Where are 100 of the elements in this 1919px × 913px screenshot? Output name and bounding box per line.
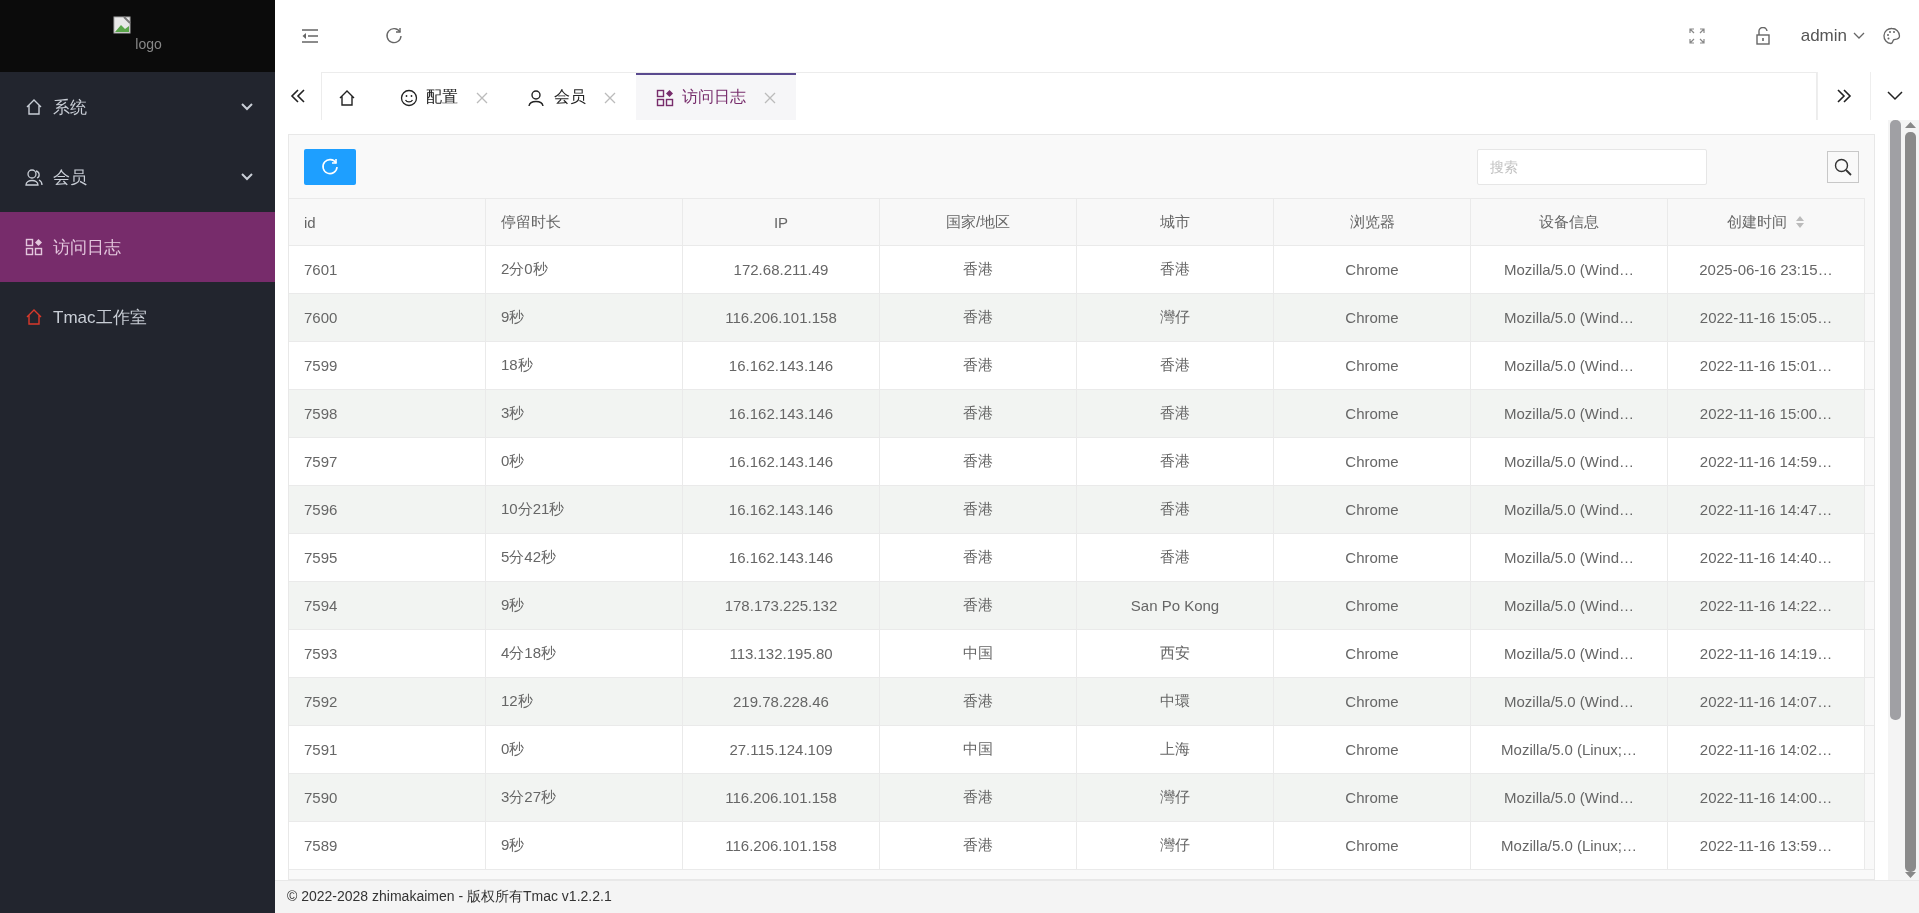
footer-text: © 2022-2028 zhimakaimen - 版权所有Tmac v1.2.2.1 bbox=[275, 880, 1919, 913]
table-cell: 7597 bbox=[289, 438, 486, 486]
table-cell: 香港 bbox=[1077, 390, 1274, 438]
table-cell: 10分21秒 bbox=[486, 486, 683, 534]
table-cell: Chrome bbox=[1274, 822, 1471, 870]
table-cell: 7590 bbox=[289, 774, 486, 822]
table-cell: Chrome bbox=[1274, 774, 1471, 822]
column-header[interactable]: 创建时间 bbox=[1668, 198, 1865, 246]
house-icon bbox=[25, 308, 43, 326]
column-header: 浏览器 bbox=[1274, 198, 1471, 246]
table-cell: 116.206.101.158 bbox=[683, 822, 880, 870]
column-header: 城市 bbox=[1077, 198, 1274, 246]
table-cell: 16.162.143.146 bbox=[683, 390, 880, 438]
table-cell: Chrome bbox=[1274, 630, 1471, 678]
table-cell: 7589 bbox=[289, 822, 486, 870]
table-cell: 172.68.211.49 bbox=[683, 246, 880, 294]
table-cell: Chrome bbox=[1274, 438, 1471, 486]
user-menu[interactable]: admin bbox=[1800, 26, 1865, 46]
search-icon bbox=[1834, 157, 1852, 176]
table-cell: 2022-11-16 15:00… bbox=[1668, 390, 1865, 438]
table-cell: 灣仔 bbox=[1077, 822, 1274, 870]
table-cell: 西安 bbox=[1077, 630, 1274, 678]
table-cell: 3秒 bbox=[486, 390, 683, 438]
table-cell: 2022-11-16 13:59… bbox=[1668, 822, 1865, 870]
chevron-down-icon[interactable] bbox=[1887, 91, 1903, 101]
table-cell: 2022-11-16 14:19… bbox=[1668, 630, 1865, 678]
double-chevron-right-icon[interactable] bbox=[1836, 89, 1852, 103]
fullscreen-icon[interactable] bbox=[1688, 28, 1705, 44]
table-cell: 灣仔 bbox=[1077, 294, 1274, 342]
search-button[interactable] bbox=[1827, 150, 1859, 183]
table-cell: Mozilla/5.0 (Wind… bbox=[1471, 534, 1668, 582]
menu-collapse-icon[interactable] bbox=[301, 28, 319, 44]
column-header: id bbox=[289, 198, 486, 246]
table-cell: 香港 bbox=[880, 342, 1077, 390]
table-cell: 中国 bbox=[880, 630, 1077, 678]
table-cell: Chrome bbox=[1274, 246, 1471, 294]
broken-image-icon bbox=[113, 16, 132, 34]
smiley-icon bbox=[400, 88, 418, 107]
table-cell: 2022-11-16 14:59… bbox=[1668, 438, 1865, 486]
table-cell: 178.173.225.132 bbox=[683, 582, 880, 630]
tab[interactable]: 会员 bbox=[508, 73, 636, 120]
table-cell: 113.132.195.80 bbox=[683, 630, 880, 678]
table-cell: Mozilla/5.0 (Wind… bbox=[1471, 246, 1668, 294]
double-chevron-left-icon[interactable] bbox=[290, 89, 306, 103]
table-cell: Mozilla/5.0 (Wind… bbox=[1471, 294, 1668, 342]
logo-alt-text: logo bbox=[135, 36, 162, 52]
table-cell: 12秒 bbox=[486, 678, 683, 726]
refresh-icon[interactable] bbox=[385, 27, 403, 45]
sidebar-item[interactable]: Tmac工作室 bbox=[0, 282, 275, 352]
sidebar-item[interactable]: 访问日志 bbox=[0, 212, 275, 282]
table-cell: Chrome bbox=[1274, 582, 1471, 630]
grid-icon bbox=[656, 88, 674, 107]
table-cell: San Po Kong bbox=[1077, 582, 1274, 630]
table-cell: 7593 bbox=[289, 630, 486, 678]
table-cell: 2022-11-16 14:02… bbox=[1668, 726, 1865, 774]
table-cell: 香港 bbox=[1077, 486, 1274, 534]
table-cell: Chrome bbox=[1274, 342, 1471, 390]
table-cell: 2022-11-16 15:05… bbox=[1668, 294, 1865, 342]
chevron-down-icon bbox=[241, 173, 253, 181]
table-cell: 2022-11-16 14:22… bbox=[1668, 582, 1865, 630]
refresh-button[interactable] bbox=[304, 148, 356, 185]
chevron-down-icon bbox=[1853, 32, 1865, 40]
sidebar-item[interactable]: 系统 bbox=[0, 72, 275, 142]
table-cell: 16.162.143.146 bbox=[683, 486, 880, 534]
table-cell: 9秒 bbox=[486, 294, 683, 342]
lock-icon[interactable] bbox=[1754, 27, 1771, 45]
table-cell: 0秒 bbox=[486, 726, 683, 774]
sidebar-item[interactable]: 会员 bbox=[0, 142, 275, 212]
table-cell: 219.78.228.46 bbox=[683, 678, 880, 726]
table-cell: 7595 bbox=[289, 534, 486, 582]
palette-icon[interactable] bbox=[1883, 27, 1901, 45]
tab[interactable]: 访问日志 bbox=[636, 73, 796, 120]
table-cell: 香港 bbox=[1077, 534, 1274, 582]
table-cell: 7592 bbox=[289, 678, 486, 726]
table-cell: 香港 bbox=[1077, 246, 1274, 294]
table-cell: 3分27秒 bbox=[486, 774, 683, 822]
table-cell: 香港 bbox=[880, 438, 1077, 486]
column-header: 设备信息 bbox=[1471, 198, 1668, 246]
search-field[interactable]: 搜索 bbox=[1477, 148, 1707, 185]
table-cell: 灣仔 bbox=[1077, 774, 1274, 822]
table-cell: Mozilla/5.0 (Wind… bbox=[1471, 342, 1668, 390]
table-cell: Chrome bbox=[1274, 486, 1471, 534]
table-cell: Chrome bbox=[1274, 726, 1471, 774]
table-cell: 116.206.101.158 bbox=[683, 774, 880, 822]
users-icon bbox=[25, 168, 43, 186]
table-cell: Mozilla/5.0 (Wind… bbox=[1471, 390, 1668, 438]
table-cell: Chrome bbox=[1274, 678, 1471, 726]
user-icon bbox=[528, 88, 546, 107]
table-cell: 7600 bbox=[289, 294, 486, 342]
table-cell: 4分18秒 bbox=[486, 630, 683, 678]
table-cell: 2022-11-16 14:47… bbox=[1668, 486, 1865, 534]
table-cell: 0秒 bbox=[486, 438, 683, 486]
table-cell: 上海 bbox=[1077, 726, 1274, 774]
column-header: IP bbox=[683, 198, 880, 246]
table-cell: 18秒 bbox=[486, 342, 683, 390]
tab[interactable]: 配置 bbox=[380, 73, 508, 120]
table-cell: Mozilla/5.0 (Wind… bbox=[1471, 582, 1668, 630]
table-cell: 27.115.124.109 bbox=[683, 726, 880, 774]
table-cell: 香港 bbox=[880, 582, 1077, 630]
table-cell: 2022-11-16 14:40… bbox=[1668, 534, 1865, 582]
